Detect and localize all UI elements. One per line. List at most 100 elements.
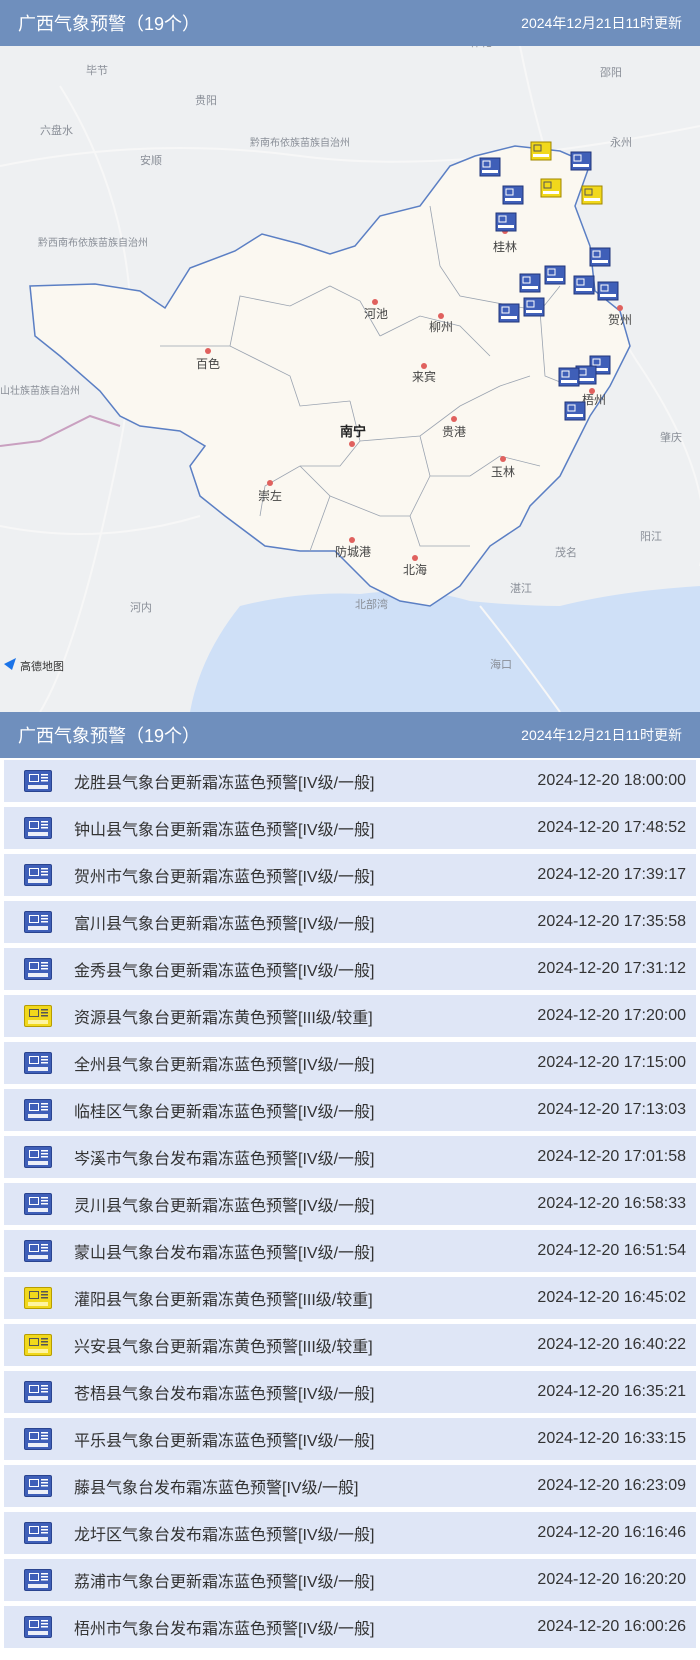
alert-text[interactable]: 富川县气象台更新霜冻蓝色预警[IV级/一般] — [74, 910, 537, 934]
map-canvas[interactable]: 南宁 桂林 柳州 河池 百色 来宾 贵港 玉林 崇左 防城港 北海 贺州 梧州 … — [0, 46, 700, 712]
svg-text:南宁: 南宁 — [340, 424, 366, 439]
alert-time: 2024-12-20 16:00:26 — [537, 1618, 686, 1635]
alert-text[interactable]: 蒙山县气象台发布霜冻蓝色预警[IV级/一般] — [74, 1239, 537, 1263]
alert-row[interactable]: 全州县气象台更新霜冻蓝色预警[IV级/一般] 2024-12-20 17:15:0… — [4, 1042, 696, 1084]
alert-text[interactable]: 藤县气象台发布霜冻蓝色预警[IV级/一般] — [74, 1474, 537, 1498]
frost-blue-warning-icon[interactable] — [523, 297, 545, 317]
svg-text:湛江: 湛江 — [510, 582, 532, 595]
frost-blue-warning-icon[interactable] — [597, 281, 619, 301]
alert-time: 2024-12-20 17:15:00 — [537, 1054, 686, 1071]
alert-row[interactable]: 灌阳县气象台更新霜冻黄色预警[III级/较重] 2024-12-20 16:45:… — [4, 1277, 696, 1319]
svg-text:永州: 永州 — [610, 135, 632, 149]
frost-blue-warning-icon[interactable] — [498, 303, 520, 323]
alert-text[interactable]: 荔浦市气象台更新霜冻蓝色预警[IV级/一般] — [74, 1568, 537, 1592]
svg-text:肇庆: 肇庆 — [660, 430, 682, 444]
alert-row[interactable]: 梧州市气象台发布霜冻蓝色预警[IV级/一般] 2024-12-20 16:00:2… — [4, 1606, 696, 1648]
frost-blue-warning-icon — [24, 958, 52, 980]
alert-row[interactable]: 龙胜县气象台更新霜冻蓝色预警[IV级/一般] 2024-12-20 18:00:0… — [4, 760, 696, 802]
frost-blue-warning-icon — [24, 911, 52, 933]
svg-text:河池: 河池 — [364, 307, 388, 321]
alert-text[interactable]: 平乐县气象台更新霜冻蓝色预警[IV级/一般] — [74, 1427, 537, 1451]
alert-row[interactable]: 兴安县气象台更新霜冻黄色预警[III级/较重] 2024-12-20 16:40:… — [4, 1324, 696, 1366]
frost-yellow-warning-icon — [24, 1287, 52, 1309]
alert-time: 2024-12-20 16:20:20 — [537, 1571, 686, 1588]
warning-map[interactable]: 南宁 桂林 柳州 河池 百色 来宾 贵港 玉林 崇左 防城港 北海 贺州 梧州 … — [0, 46, 700, 712]
alert-time: 2024-12-20 16:33:15 — [537, 1430, 686, 1447]
alert-text[interactable]: 兴安县气象台更新霜冻黄色预警[III级/较重] — [74, 1333, 537, 1357]
update-time: 2024年12月21日11时更新 — [521, 15, 682, 31]
alert-row[interactable]: 贺州市气象台更新霜冻蓝色预警[IV级/一般] 2024-12-20 17:39:1… — [4, 854, 696, 896]
frost-blue-warning-icon[interactable] — [502, 185, 524, 205]
alert-time: 2024-12-20 16:40:22 — [537, 1336, 686, 1353]
frost-blue-warning-icon — [24, 1146, 52, 1168]
svg-text:六盘水: 六盘水 — [40, 123, 73, 137]
frost-blue-warning-icon — [24, 1381, 52, 1403]
frost-blue-warning-icon[interactable] — [558, 367, 580, 387]
alert-text[interactable]: 贺州市气象台更新霜冻蓝色预警[IV级/一般] — [74, 863, 537, 887]
alert-text[interactable]: 钟山县气象台更新霜冻蓝色预警[IV级/一般] — [74, 816, 537, 840]
alert-row[interactable]: 荔浦市气象台更新霜冻蓝色预警[IV级/一般] 2024-12-20 16:20:2… — [4, 1559, 696, 1601]
svg-text:贺州: 贺州 — [608, 313, 632, 327]
alert-row[interactable]: 藤县气象台发布霜冻蓝色预警[IV级/一般] 2024-12-20 16:23:09 — [4, 1465, 696, 1507]
alert-text[interactable]: 灌阳县气象台更新霜冻黄色预警[III级/较重] — [74, 1286, 537, 1310]
frost-blue-warning-icon[interactable] — [479, 157, 501, 177]
svg-text:茂名: 茂名 — [555, 545, 577, 559]
alert-row[interactable]: 岑溪市气象台发布霜冻蓝色预警[IV级/一般] 2024-12-20 17:01:5… — [4, 1136, 696, 1178]
frost-blue-warning-icon — [24, 1240, 52, 1262]
alert-time: 2024-12-20 17:39:17 — [537, 866, 686, 883]
alert-text[interactable]: 资源县气象台更新霜冻黄色预警[III级/较重] — [74, 1004, 537, 1028]
frost-blue-warning-icon[interactable] — [495, 212, 517, 232]
alert-time: 2024-12-20 16:23:09 — [537, 1477, 686, 1494]
alert-text[interactable]: 龙胜县气象台更新霜冻蓝色预警[IV级/一般] — [74, 769, 537, 793]
frost-yellow-warning-icon — [24, 1334, 52, 1356]
frost-yellow-warning-icon[interactable] — [540, 178, 562, 198]
svg-text:贵阳: 贵阳 — [195, 94, 217, 107]
alert-time: 2024-12-20 16:45:02 — [537, 1289, 686, 1306]
alert-time: 2024-12-20 17:35:58 — [537, 913, 686, 930]
alert-text[interactable]: 全州县气象台更新霜冻蓝色预警[IV级/一般] — [74, 1051, 537, 1075]
svg-text:北部湾: 北部湾 — [355, 597, 388, 611]
frost-blue-warning-icon — [24, 770, 52, 792]
alert-row[interactable]: 平乐县气象台更新霜冻蓝色预警[IV级/一般] 2024-12-20 16:33:1… — [4, 1418, 696, 1460]
svg-text:来宾: 来宾 — [412, 369, 436, 384]
alert-text[interactable]: 临桂区气象台更新霜冻蓝色预警[IV级/一般] — [74, 1098, 537, 1122]
svg-text:邵阳: 邵阳 — [600, 66, 622, 79]
alert-text[interactable]: 岑溪市气象台发布霜冻蓝色预警[IV级/一般] — [74, 1145, 537, 1169]
frost-blue-warning-icon[interactable] — [570, 151, 592, 171]
alert-time: 2024-12-20 17:13:03 — [537, 1101, 686, 1118]
frost-blue-warning-icon[interactable] — [589, 247, 611, 267]
frost-blue-warning-icon[interactable] — [573, 275, 595, 295]
alert-row[interactable]: 资源县气象台更新霜冻黄色预警[III级/较重] 2024-12-20 17:20:… — [4, 995, 696, 1037]
svg-text:黔南布依族苗族自治州: 黔南布依族苗族自治州 — [250, 136, 350, 149]
frost-yellow-warning-icon[interactable] — [530, 141, 552, 161]
alert-text[interactable]: 龙圩区气象台发布霜冻蓝色预警[IV级/一般] — [74, 1521, 537, 1545]
svg-text:山壮族苗族自治州: 山壮族苗族自治州 — [0, 384, 80, 397]
alert-row[interactable]: 蒙山县气象台发布霜冻蓝色预警[IV级/一般] 2024-12-20 16:51:5… — [4, 1230, 696, 1272]
alert-row[interactable]: 苍梧县气象台发布霜冻蓝色预警[IV级/一般] 2024-12-20 16:35:2… — [4, 1371, 696, 1413]
frost-blue-warning-icon — [24, 1099, 52, 1121]
alert-text[interactable]: 梧州市气象台发布霜冻蓝色预警[IV级/一般] — [74, 1615, 537, 1639]
alert-time: 2024-12-20 16:51:54 — [537, 1242, 686, 1259]
svg-text:毕节: 毕节 — [86, 64, 108, 77]
alert-row[interactable]: 钟山县气象台更新霜冻蓝色预警[IV级/一般] 2024-12-20 17:48:5… — [4, 807, 696, 849]
alert-time: 2024-12-20 17:31:12 — [537, 960, 686, 977]
alert-text[interactable]: 金秀县气象台更新霜冻蓝色预警[IV级/一般] — [74, 957, 537, 981]
alert-text[interactable]: 灵川县气象台更新霜冻蓝色预警[IV级/一般] — [74, 1192, 537, 1216]
alert-row[interactable]: 龙圩区气象台发布霜冻蓝色预警[IV级/一般] 2024-12-20 16:16:4… — [4, 1512, 696, 1554]
frost-blue-warning-icon — [24, 1428, 52, 1450]
frost-blue-warning-icon[interactable] — [564, 401, 586, 421]
alert-row[interactable]: 灵川县气象台更新霜冻蓝色预警[IV级/一般] 2024-12-20 16:58:3… — [4, 1183, 696, 1225]
alert-row[interactable]: 临桂区气象台更新霜冻蓝色预警[IV级/一般] 2024-12-20 17:13:0… — [4, 1089, 696, 1131]
svg-text:怀化: 怀化 — [470, 46, 492, 49]
alert-text[interactable]: 苍梧县气象台发布霜冻蓝色预警[IV级/一般] — [74, 1380, 537, 1404]
alert-row[interactable]: 富川县气象台更新霜冻蓝色预警[IV级/一般] 2024-12-20 17:35:5… — [4, 901, 696, 943]
frost-blue-warning-icon[interactable] — [519, 273, 541, 293]
frost-blue-warning-icon — [24, 1052, 52, 1074]
list-update-time: 2024年12月21日11时更新 — [521, 727, 682, 743]
alert-time: 2024-12-20 16:35:21 — [537, 1383, 686, 1400]
frost-blue-warning-icon[interactable] — [544, 265, 566, 285]
list-title-bar: 广西气象预警（19个） 2024年12月21日11时更新 — [0, 712, 700, 758]
frost-blue-warning-icon — [24, 1616, 52, 1638]
alert-row[interactable]: 金秀县气象台更新霜冻蓝色预警[IV级/一般] 2024-12-20 17:31:1… — [4, 948, 696, 990]
frost-yellow-warning-icon[interactable] — [581, 185, 603, 205]
